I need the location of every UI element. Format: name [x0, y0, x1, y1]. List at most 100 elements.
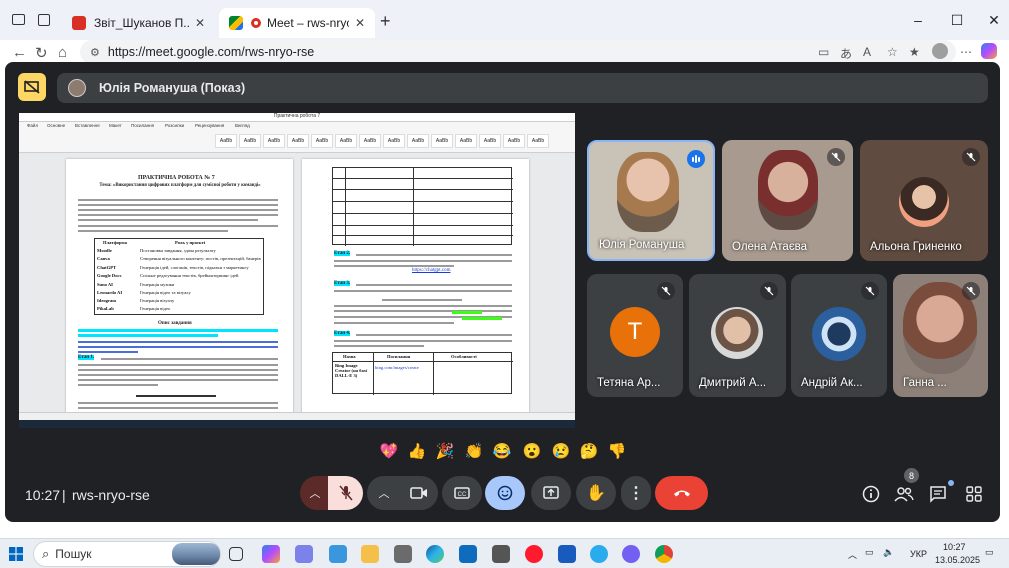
task-view-icon[interactable] — [229, 547, 243, 561]
vertical-tabs-icon[interactable] — [38, 14, 50, 26]
tray-chevron-icon[interactable]: ︿ — [848, 548, 857, 561]
speaking-indicator-icon — [687, 150, 705, 168]
teams-icon[interactable] — [295, 545, 313, 563]
people-app-icon[interactable] — [329, 545, 347, 563]
leave-call-button[interactable] — [655, 476, 708, 510]
keyboard-language[interactable]: УКР — [910, 549, 927, 559]
more-vert-icon: ⋮ — [628, 485, 644, 502]
table-cell: Suno AI — [97, 282, 113, 287]
raise-hand-button[interactable]: ✋ — [576, 476, 616, 510]
present-button[interactable] — [531, 476, 571, 510]
close-tab-icon[interactable]: ✕ — [195, 16, 205, 30]
profile-avatar[interactable] — [932, 43, 948, 59]
more-options-button[interactable]: ⋮ — [621, 476, 651, 510]
reaction-thumbs-down[interactable]: 👎 — [604, 438, 630, 464]
participant-tile[interactable]: Ганна ... — [893, 274, 988, 397]
close-window-icon[interactable]: ✕ — [987, 12, 1001, 29]
mic-off-icon — [861, 282, 879, 300]
store-icon[interactable] — [394, 545, 412, 563]
copilot-taskbar-icon[interactable] — [262, 545, 280, 563]
smile-icon — [497, 485, 513, 501]
reactions-button[interactable] — [485, 476, 525, 510]
word-title-bar: Практична робота 7 — [19, 113, 575, 122]
more-icon[interactable]: ⋯ — [960, 45, 972, 59]
close-tab-icon[interactable]: ✕ — [355, 16, 365, 30]
chat-button[interactable] — [927, 483, 949, 505]
search-highlight-image — [172, 543, 220, 565]
table-header: Особливості — [451, 354, 477, 359]
participant-tile[interactable]: Олена Атаєва — [722, 140, 853, 261]
edge-icon[interactable] — [426, 545, 444, 563]
people-button[interactable] — [893, 483, 915, 505]
copilot-icon[interactable] — [981, 43, 997, 59]
folder-app-icon[interactable] — [492, 545, 510, 563]
meeting-clock: 10:27 — [25, 487, 61, 503]
read-aloud-icon[interactable]: A — [863, 45, 871, 59]
reaction-surprised[interactable]: 😮 — [519, 438, 545, 464]
reaction-thumbs-up[interactable]: 👍 — [404, 438, 430, 464]
opera-icon[interactable] — [525, 545, 543, 563]
favorites-icon[interactable]: ★ — [909, 45, 920, 59]
participant-name: Юлія Романуша — [599, 239, 685, 251]
reaction-sad[interactable]: 😢 — [548, 438, 574, 464]
participant-tile[interactable]: Андрій Ак... — [791, 274, 887, 397]
table-cell: bing.com/images/create — [375, 365, 419, 370]
word-icon[interactable] — [558, 545, 576, 563]
apps-icon — [966, 486, 982, 502]
reaction-heart[interactable]: 💖 — [376, 438, 402, 464]
reaction-party[interactable]: 🎉 — [432, 438, 458, 464]
table-cell: PikaLab — [97, 306, 114, 311]
camera-indicator-icon[interactable]: ▭ — [818, 45, 829, 59]
meeting-details-button[interactable] — [860, 483, 882, 505]
reaction-laugh[interactable]: 😂 — [489, 438, 515, 464]
participant-tile[interactable]: Альона Гриненко — [860, 140, 988, 261]
mic-toggle-button[interactable] — [328, 476, 363, 510]
reload-icon[interactable]: ↻ — [35, 44, 48, 62]
participant-tile[interactable]: Юлія Романуша — [587, 140, 715, 261]
windows-taskbar: ⌕ Пошук ︿ ▭ 🔈 УКР 10:27 13.05.2025 ▭ — [0, 538, 1009, 568]
favorite-star-icon[interactable]: ☆ — [887, 45, 898, 59]
doc-stage-1: Етап 1. — [78, 355, 95, 360]
participant-tile[interactable]: Дмитрий А... — [689, 274, 786, 397]
telegram-icon[interactable] — [590, 545, 608, 563]
doc-link[interactable]: https://chatgpt.com — [412, 268, 450, 273]
notification-icon[interactable]: ▭ — [985, 547, 994, 558]
hand-icon: ✋ — [586, 485, 606, 502]
home-icon[interactable]: ⌂ — [58, 44, 67, 61]
browser-profile-icon[interactable] — [12, 14, 25, 25]
presenter-avatar — [68, 79, 86, 97]
mic-off-icon — [657, 282, 675, 300]
network-icon[interactable]: ▭ — [865, 547, 874, 558]
captions-button[interactable]: CC — [442, 476, 482, 510]
maximize-icon[interactable]: ☐ — [950, 12, 964, 29]
presentation-badge[interactable] — [18, 73, 46, 101]
file-explorer-icon[interactable] — [361, 545, 379, 563]
camera-toggle-button[interactable] — [400, 476, 438, 510]
outlook-icon[interactable] — [459, 545, 477, 563]
word-ribbon: Файл Основне Вставлення Макет Посилання … — [19, 122, 575, 153]
reaction-thinking[interactable]: 🤔 — [576, 438, 602, 464]
tab-meet[interactable]: Meet – rws-nryo-rse ✕ — [219, 8, 375, 38]
windows-start-icon[interactable] — [9, 547, 23, 561]
chrome-icon[interactable] — [655, 545, 673, 563]
activities-button[interactable] — [963, 483, 985, 505]
minimize-icon[interactable]: – — [911, 12, 925, 28]
word-status-bar — [19, 412, 575, 420]
translate-icon[interactable]: あ — [840, 45, 852, 62]
back-icon[interactable]: ← — [12, 44, 27, 61]
meet-icon — [229, 16, 243, 30]
reaction-clap[interactable]: 👏 — [461, 438, 487, 464]
new-tab-button[interactable]: + — [380, 11, 391, 32]
table-cell: Canva — [97, 256, 110, 261]
site-info-icon[interactable]: ⚙ — [90, 46, 100, 59]
tab-pdf[interactable]: Звіт_Шуканов П..pdf ✕ — [62, 8, 215, 38]
volume-icon[interactable]: 🔈 — [883, 547, 894, 558]
taskbar-clock[interactable]: 10:27 — [943, 542, 966, 552]
taskbar-search[interactable]: ⌕ Пошук — [33, 541, 221, 567]
viber-icon[interactable] — [622, 545, 640, 563]
taskbar-date[interactable]: 13.05.2025 — [935, 555, 980, 565]
camera-options-button[interactable]: ︿ — [367, 476, 401, 510]
participant-name: Дмитрий А... — [699, 377, 767, 389]
participant-tile[interactable]: Т Тетяна Ар... — [587, 274, 683, 397]
mic-options-button[interactable]: ︿ — [300, 476, 330, 510]
